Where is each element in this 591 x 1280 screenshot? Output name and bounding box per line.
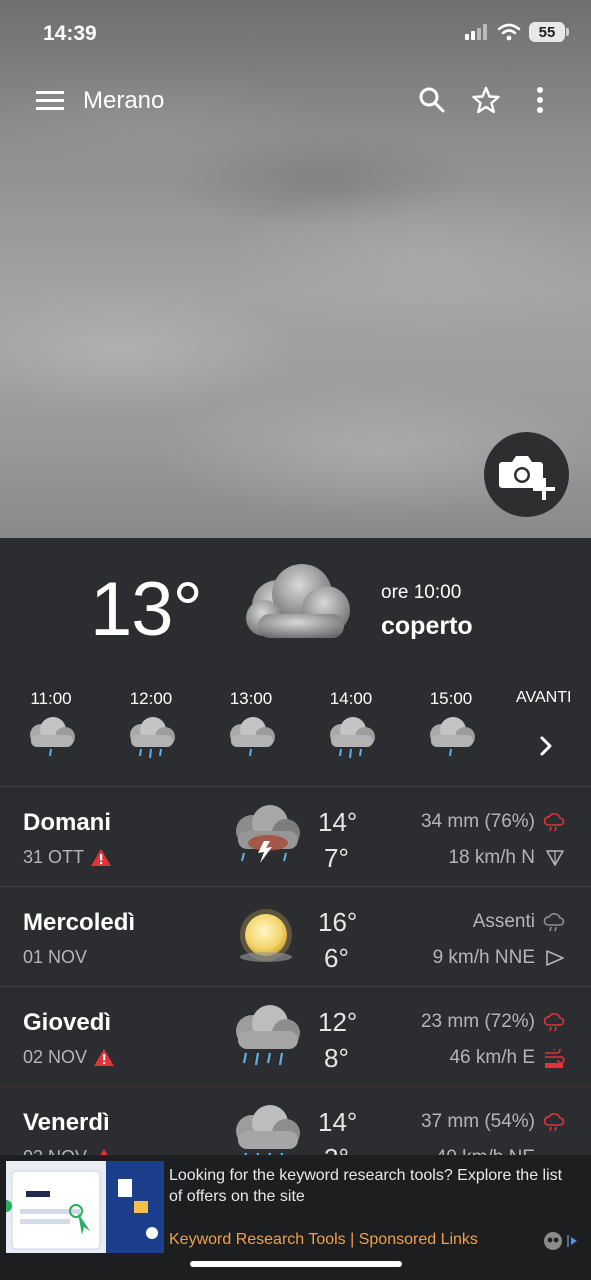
top-app-bar: Merano <box>0 78 591 122</box>
daily-row[interactable]: Giovedì 02 NOV 12° 8° 23 mm (72%) 46 km/… <box>0 987 591 1087</box>
ad-badge[interactable] <box>543 1231 578 1251</box>
current-description: coperto <box>381 612 473 640</box>
menu-button[interactable] <box>30 80 70 120</box>
ad-image[interactable] <box>6 1161 164 1253</box>
temp-min: 7° <box>324 843 349 873</box>
day-date-wrap: 31 OTT <box>23 847 112 868</box>
add-photo-button[interactable] <box>484 432 569 517</box>
overcast-cloud-icon <box>246 564 350 638</box>
day-name: Mercoledì <box>23 909 136 936</box>
hourly-item[interactable]: 11:00 <box>11 680 91 764</box>
home-indicator[interactable] <box>190 1261 402 1267</box>
hourly-item[interactable]: 15:00 <box>411 680 491 764</box>
day-date-wrap: 01 NOV <box>23 947 87 968</box>
day-name: Domani <box>23 809 112 836</box>
search-icon <box>419 87 445 113</box>
signal-icon <box>465 24 487 40</box>
ad-text[interactable]: Looking for the keyword research tools? … <box>169 1165 579 1207</box>
rain-cloud-icon <box>543 1013 565 1032</box>
day-date: 02 NOV <box>23 1047 88 1067</box>
temp-max: 16° <box>318 907 358 937</box>
status-time: 14:39 <box>43 22 97 45</box>
day-name: Giovedì <box>23 1009 112 1036</box>
rain-cloud-icon <box>543 813 565 832</box>
city-name[interactable]: Merano <box>83 87 164 115</box>
hourly-forecast: 11:00 12:00 13:00 14:00 15:00 AVANTI <box>0 680 591 786</box>
chevron-right-icon[interactable] <box>530 730 562 762</box>
thunderstorm-icon <box>236 805 300 863</box>
hourly-item[interactable]: 13:00 <box>211 680 291 764</box>
warning-icon[interactable] <box>90 848 112 867</box>
hourly-item[interactable]: 14:00 <box>311 680 391 764</box>
cloud-rain-icon <box>330 717 375 759</box>
daily-row[interactable]: Domani 31 OTT 14° 7° 34 mm (76%) 18 km/h… <box>0 787 591 887</box>
current-temperature: 13° <box>90 567 203 652</box>
wind: 18 km/h N <box>448 847 535 868</box>
more-vert-icon <box>537 87 543 113</box>
current-time-label: ore 10:00 <box>381 582 462 603</box>
status-bar: 14:39 55 <box>0 18 591 54</box>
status-icons: 55 <box>465 22 569 42</box>
wind-direction-icon <box>546 950 564 966</box>
rain-cloud-icon <box>543 1113 565 1132</box>
day-date: 31 OTT <box>23 847 85 867</box>
camera-plus-icon <box>498 455 555 500</box>
sunny-icon <box>240 909 292 962</box>
day-date: 01 NOV <box>23 947 88 967</box>
cloud-light-rain-icon <box>230 717 275 757</box>
temp-max: 14° <box>318 807 358 837</box>
search-button[interactable] <box>412 80 452 120</box>
cloud-rain-icon <box>130 717 175 759</box>
precipitation: Assenti <box>472 911 535 932</box>
current-weather: 13° ore 10:00 coperto <box>0 538 591 668</box>
temp-max: 12° <box>318 1007 358 1037</box>
warning-icon[interactable] <box>93 1048 115 1067</box>
star-icon <box>472 86 500 114</box>
wind-warning-icon <box>545 1049 565 1068</box>
cloud-light-rain-icon <box>30 717 75 757</box>
wind: 46 km/h E <box>449 1047 535 1068</box>
ad-link[interactable]: Keyword Research Tools | Sponsored Links <box>169 1231 478 1249</box>
day-name: Venerdì <box>23 1109 110 1136</box>
battery-indicator: 55 <box>529 22 569 42</box>
temp-min: 6° <box>324 943 349 973</box>
more-options-button[interactable] <box>520 80 560 120</box>
rain-cloud-icon <box>543 913 565 932</box>
precipitation: 37 mm (54%) <box>420 1111 535 1132</box>
cloud-rain-icon <box>236 1005 300 1066</box>
daily-row[interactable]: Mercoledì 01 NOV 16° 6° Assenti 9 km/h N… <box>0 887 591 987</box>
precipitation: 34 mm (76%) <box>420 811 535 832</box>
hour-time: 11:00 <box>30 689 72 708</box>
hour-time: 12:00 <box>129 689 173 708</box>
precipitation: 23 mm (72%) <box>420 1011 535 1032</box>
next-hours-label[interactable]: AVANTI <box>516 689 571 707</box>
temp-min: 8° <box>324 1043 349 1073</box>
temp-max: 14° <box>318 1107 358 1137</box>
day-date-wrap: 02 NOV <box>23 1047 115 1068</box>
ad-illustration <box>6 1161 164 1253</box>
cloud-light-rain-icon <box>430 717 475 757</box>
hour-time: 15:00 <box>429 689 473 708</box>
wind-direction-icon <box>546 850 564 866</box>
hour-time: 14:00 <box>329 689 373 708</box>
hour-time: 13:00 <box>229 689 273 708</box>
ad-info-icon <box>567 1235 577 1247</box>
wind: 9 km/h NNE <box>432 947 535 968</box>
hourly-item[interactable]: 12:00 <box>111 680 191 764</box>
wifi-icon <box>497 23 521 41</box>
favorite-button[interactable] <box>466 80 506 120</box>
hamburger-icon <box>36 91 64 110</box>
ad-choices-icon <box>544 1232 562 1250</box>
